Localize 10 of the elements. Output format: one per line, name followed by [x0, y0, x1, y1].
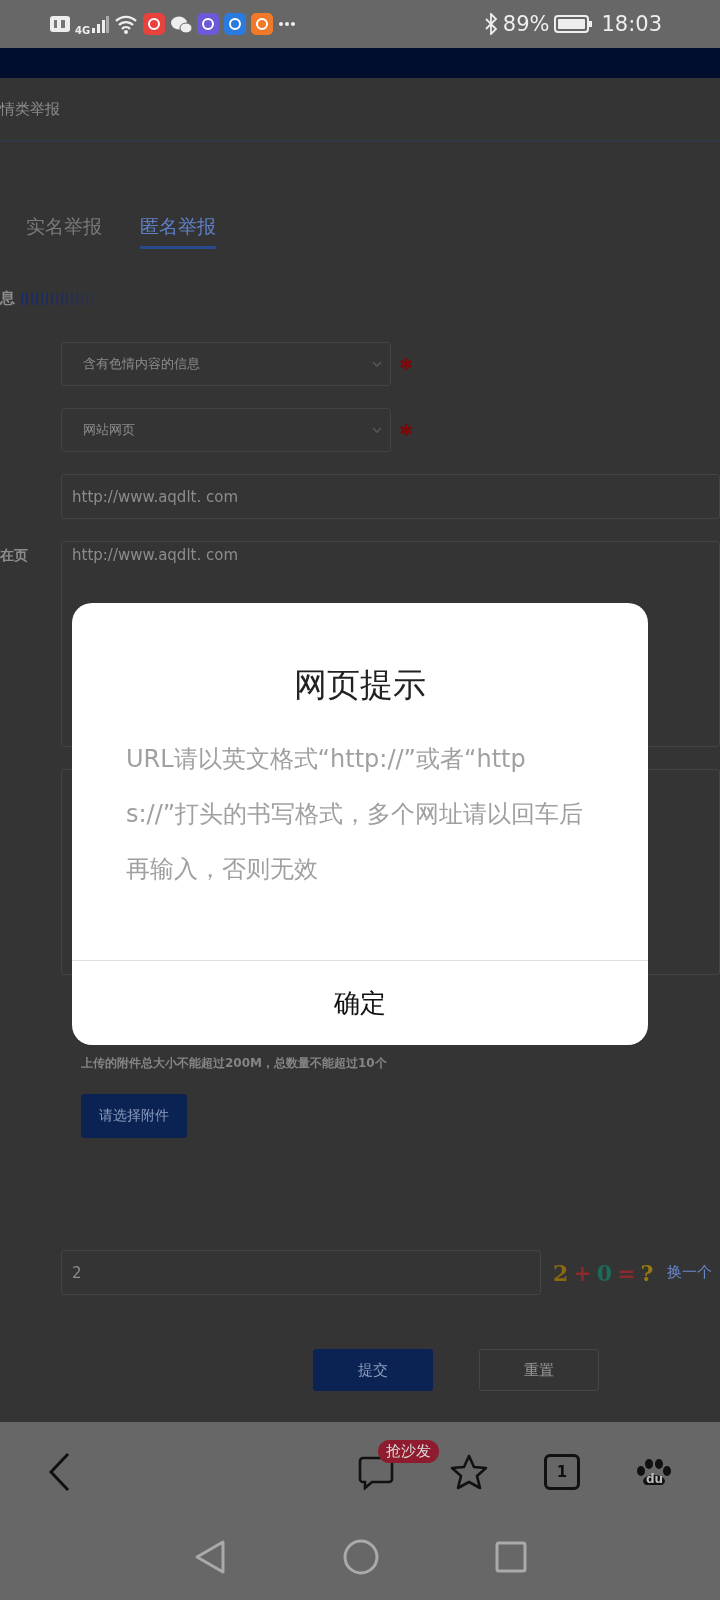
section-heading: 息	[0, 289, 15, 308]
comment-badge: 抢沙发	[378, 1440, 439, 1463]
battery-percent: 89%	[502, 12, 550, 36]
attachment-note: 上传的附件总大小不能超过200M，总数量不能超过10个	[81, 1055, 388, 1072]
page-title: 情类举报	[0, 99, 60, 119]
network-label: 4G	[75, 24, 91, 36]
field-label: 在页	[0, 547, 28, 563]
dialog-message: URL请以英文格式“http://”或者“https://”打头的书写格式，多个网址请以回车后再输入，否则无效	[126, 744, 585, 885]
clock: 18:03	[601, 12, 662, 36]
dialog-title: 网页提示	[294, 664, 426, 706]
